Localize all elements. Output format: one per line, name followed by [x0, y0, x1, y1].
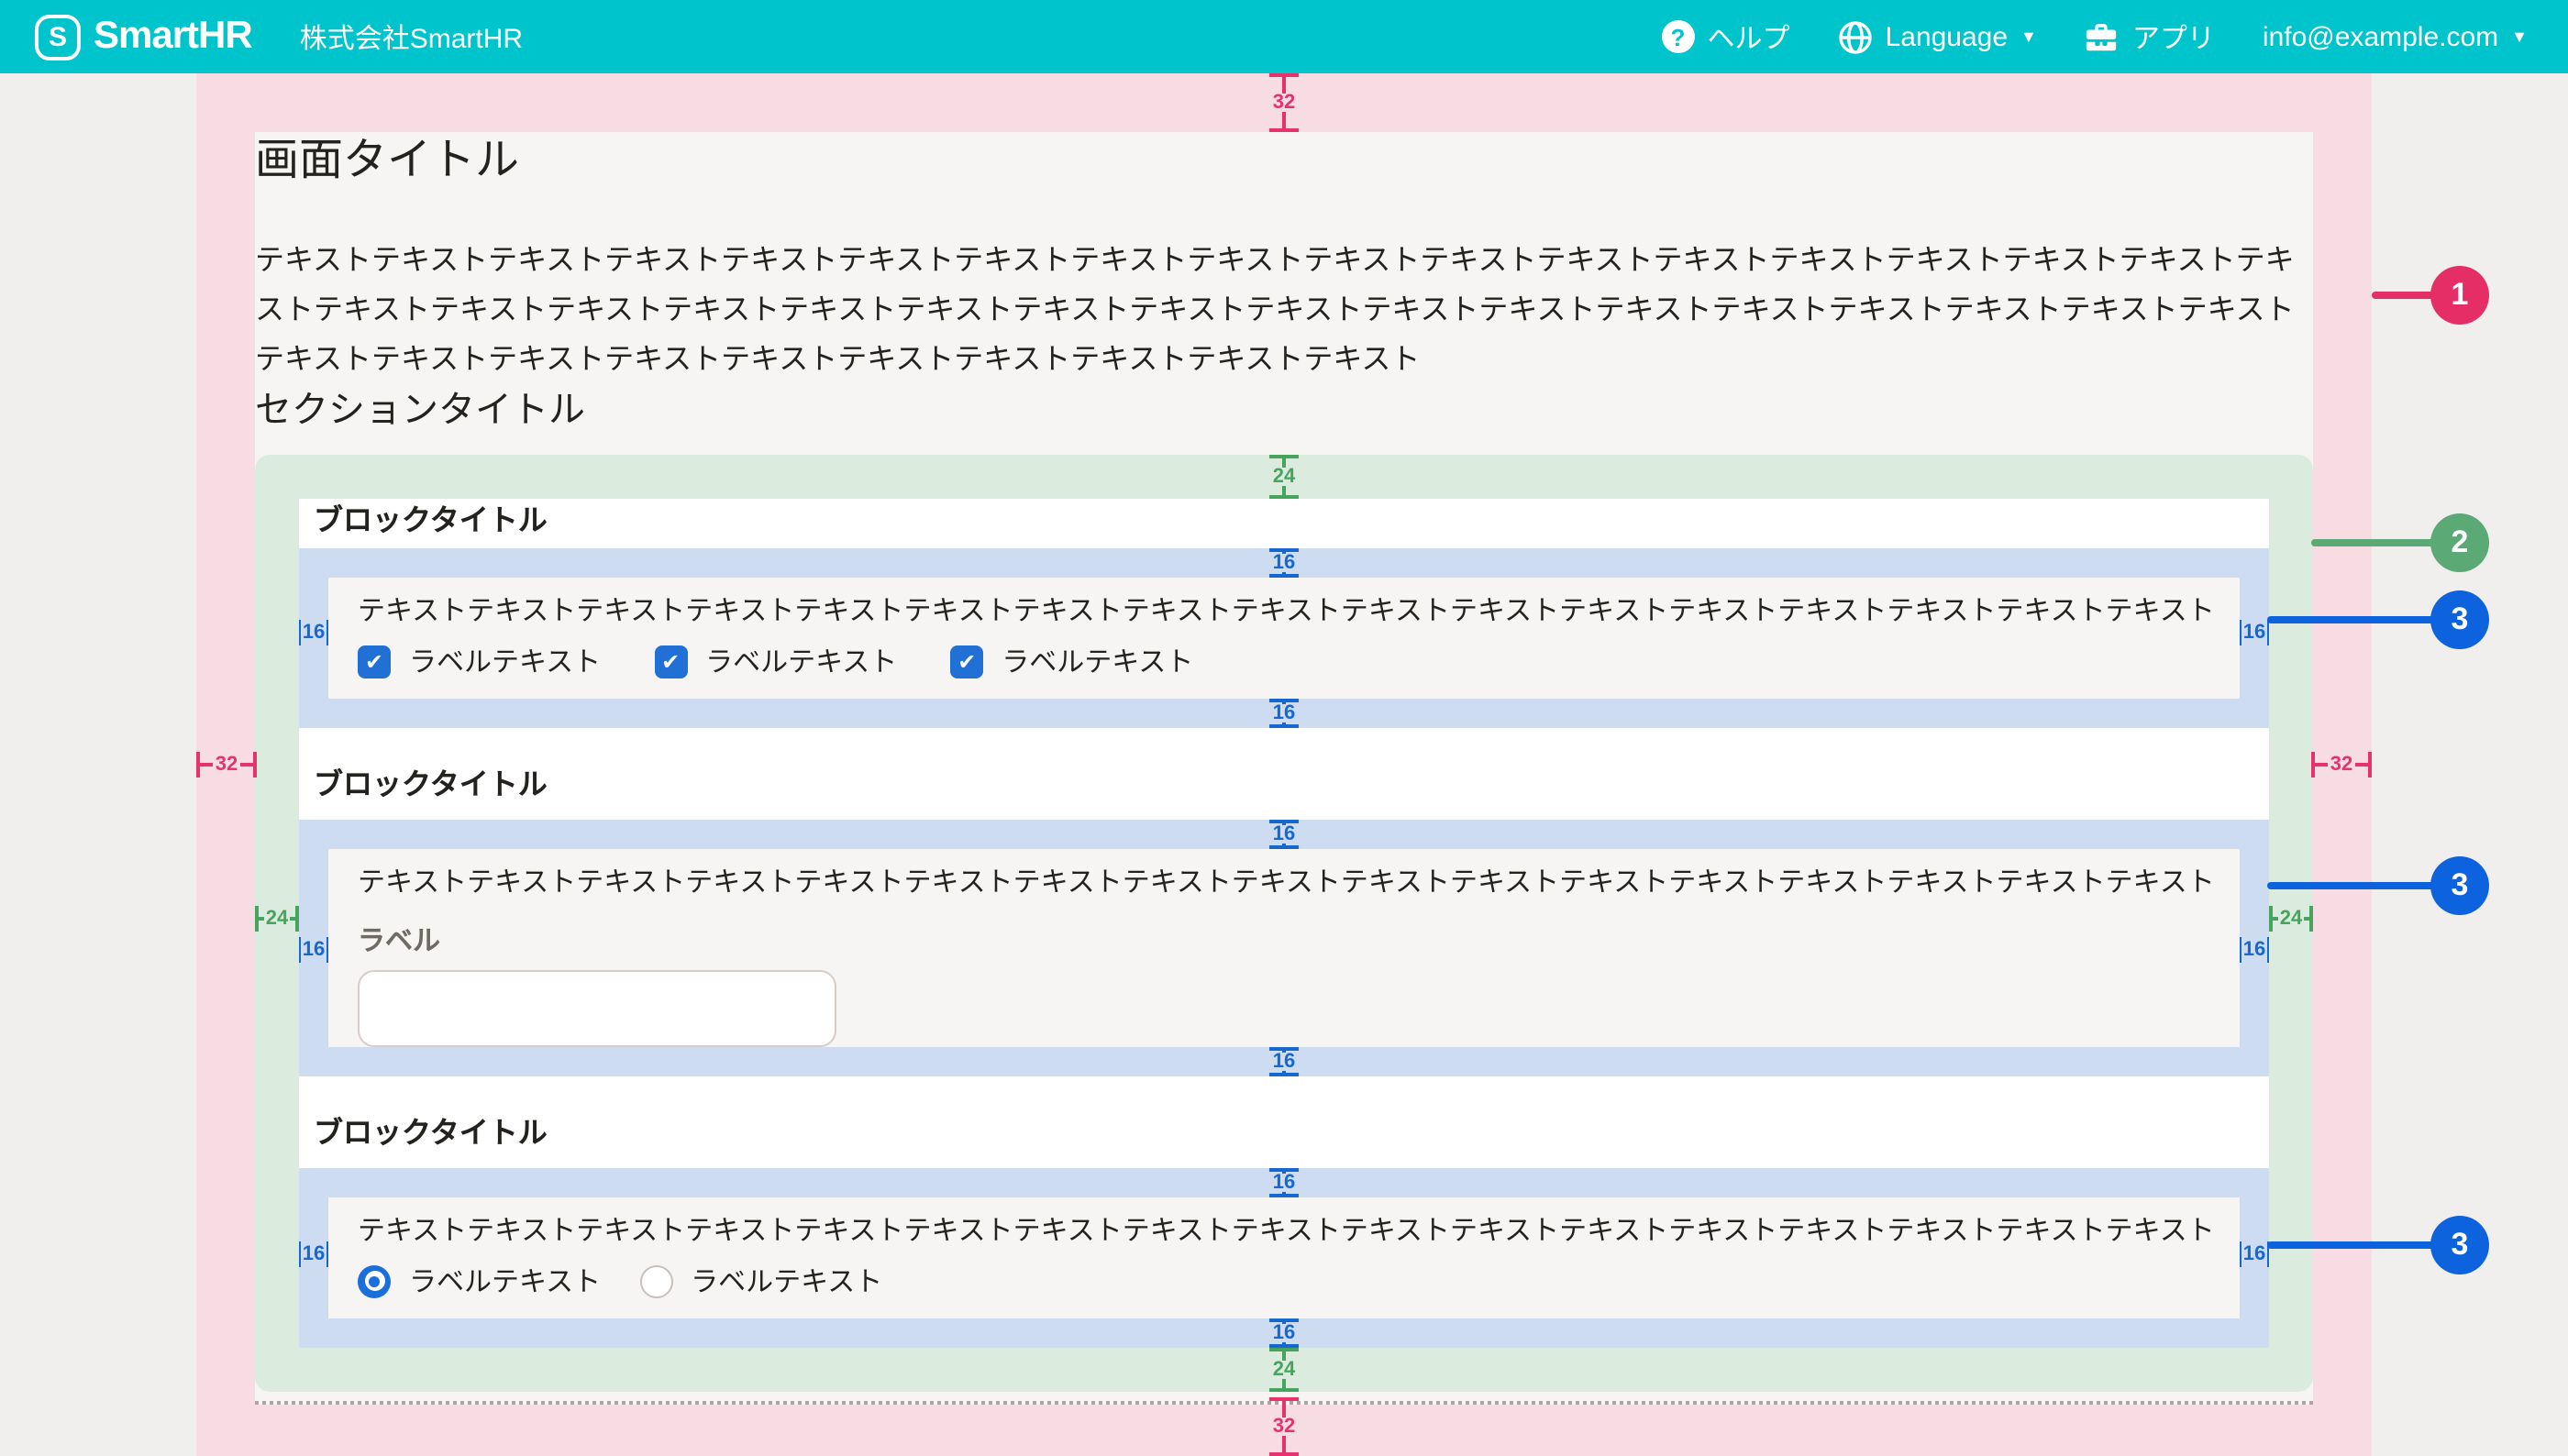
checkbox-label: ラベルテキスト — [1002, 642, 1193, 680]
help-label: ヘルプ — [1708, 17, 1790, 56]
measure-32-left: 32 — [196, 750, 257, 779]
design-spec-canvas: S SmartHR 株式会社SmartHR ? ヘルプ Language ▼ ア… — [0, 0, 2568, 1456]
annotation-badge-2: 2 — [2430, 513, 2489, 572]
measure-32-top: 32 — [1267, 73, 1301, 132]
text-input[interactable] — [358, 970, 836, 1047]
measure-32-right: 32 — [2311, 750, 2372, 779]
radio-selected-icon[interactable] — [358, 1264, 391, 1297]
measure-16-bottom: 16 — [1267, 699, 1301, 728]
block-title: ブロックタイトル — [299, 728, 2269, 820]
measure-16-top: 16 — [1267, 820, 1301, 849]
smarthr-logo-text: SmartHR — [94, 15, 252, 59]
form-section: 24 24 24 24 ブロックタイトル — [255, 455, 2313, 1392]
measure-16-left: 16 — [299, 935, 328, 965]
annotation-badge-3: 3 — [2430, 856, 2489, 915]
annotation-badge-3: 3 — [2430, 1216, 2489, 1274]
account-menu-item[interactable]: info@example.com ▼ — [2263, 21, 2528, 52]
toolbox-icon — [2085, 19, 2120, 54]
measure-16-right: 16 — [2240, 1240, 2269, 1269]
language-menu-item[interactable]: Language ▼ — [1838, 19, 2037, 54]
chevron-down-icon: ▼ — [2511, 28, 2528, 45]
radio-option-unselected[interactable]: ラベルテキスト — [639, 1262, 882, 1300]
page-title: 画面タイトル — [255, 132, 2313, 191]
radio-option-selected[interactable]: ラベルテキスト — [358, 1262, 601, 1300]
chevron-down-icon: ▼ — [2020, 28, 2037, 45]
section-title: セクションタイトル — [255, 385, 2313, 436]
checkbox-checked-icon[interactable]: ✔ — [358, 645, 391, 678]
block-text: テキストテキストテキストテキストテキストテキストテキストテキストテキストテキスト… — [358, 864, 2210, 902]
checkbox-label: ラベルテキスト — [409, 642, 601, 680]
radio-unselected-icon[interactable] — [639, 1264, 672, 1297]
measure-32-bottom: 32 — [1267, 1397, 1301, 1456]
checkbox-option[interactable]: ✔ ラベルテキスト — [358, 642, 601, 680]
measure-24-bottom: 24 — [1267, 1348, 1301, 1392]
apps-label: アプリ — [2132, 17, 2215, 56]
form-card: ブロックタイトル 16 16 16 16 — [299, 499, 2269, 1348]
measure-16-bottom: 16 — [1267, 1318, 1301, 1348]
page-description: テキストテキストテキストテキストテキストテキストテキストテキストテキストテキスト… — [255, 237, 2313, 385]
checkbox-option[interactable]: ✔ ラベルテキスト — [950, 642, 1193, 680]
page-content: 画面タイトル テキストテキストテキストテキストテキストテキストテキストテキストテ… — [255, 132, 2313, 1405]
radio-group: ラベルテキスト ラベルテキスト — [358, 1262, 2210, 1300]
page-margin-frame: 32 32 32 32 画面タイトル テキストテキストテキストテキストテキストテ… — [196, 73, 2372, 1456]
block-text: テキストテキストテキストテキストテキストテキストテキストテキストテキストテキスト… — [358, 1212, 2210, 1251]
globe-icon — [1838, 19, 1873, 54]
block-content: テキストテキストテキストテキストテキストテキストテキストテキストテキストテキスト… — [328, 1197, 2240, 1318]
block-content: テキストテキストテキストテキストテキストテキストテキストテキストテキストテキスト… — [328, 849, 2240, 1047]
header-nav: ? ヘルプ Language ▼ アプリ info@example.com ▼ — [1662, 17, 2529, 56]
company-name: 株式会社SmartHR — [300, 17, 523, 56]
measure-16-top: 16 — [1267, 548, 1301, 578]
measure-24-right: 24 — [2269, 904, 2313, 933]
smarthr-logo-icon: S — [35, 14, 81, 60]
account-email: info@example.com — [2263, 21, 2498, 52]
measure-16-left: 16 — [299, 618, 328, 647]
checkbox-group: ✔ ラベルテキスト ✔ ラベルテキスト ✔ ラベルテキスト — [358, 642, 2210, 680]
checkbox-checked-icon[interactable]: ✔ — [950, 645, 983, 678]
help-icon: ? — [1662, 20, 1695, 53]
block-title: ブロックタイトル — [299, 1076, 2269, 1168]
block-padding-area: 16 16 16 16 テキストテキストテキストテキストテキストテキストテキスト — [299, 548, 2269, 728]
annotation-badge-1: 1 — [2430, 266, 2489, 325]
measure-16-right: 16 — [2240, 618, 2269, 647]
measure-16-left: 16 — [299, 1240, 328, 1269]
smarthr-logo[interactable]: S SmartHR — [35, 14, 252, 60]
block-padding-area: 16 16 16 16 テキストテキストテキストテキストテキストテキストテキスト — [299, 820, 2269, 1076]
measure-24-left: 24 — [255, 904, 299, 933]
radio-label: ラベルテキスト — [691, 1262, 882, 1300]
block-text: テキストテキストテキストテキストテキストテキストテキストテキストテキストテキスト… — [358, 592, 2210, 631]
measure-16-top: 16 — [1267, 1168, 1301, 1197]
measure-16-bottom: 16 — [1267, 1047, 1301, 1076]
measure-24-top: 24 — [1267, 455, 1301, 499]
radio-label: ラベルテキスト — [409, 1262, 601, 1300]
checkbox-label: ラベルテキスト — [705, 642, 897, 680]
annotation-badge-3: 3 — [2430, 590, 2489, 649]
checkbox-checked-icon[interactable]: ✔ — [654, 645, 687, 678]
app-header: S SmartHR 株式会社SmartHR ? ヘルプ Language ▼ ア… — [0, 0, 2568, 73]
measure-16-right: 16 — [2240, 935, 2269, 965]
block-content: テキストテキストテキストテキストテキストテキストテキストテキストテキストテキスト… — [328, 578, 2240, 699]
apps-menu-item[interactable]: アプリ — [2085, 17, 2215, 56]
block-title: ブロックタイトル — [299, 499, 2269, 548]
language-label: Language — [1886, 21, 2009, 52]
block-padding-area: 16 16 16 16 テキストテキストテキストテキストテキストテキストテキスト — [299, 1168, 2269, 1348]
help-menu-item[interactable]: ? ヘルプ — [1662, 17, 1790, 56]
checkbox-option[interactable]: ✔ ラベルテキスト — [654, 642, 897, 680]
field-label: ラベル — [358, 928, 2210, 957]
